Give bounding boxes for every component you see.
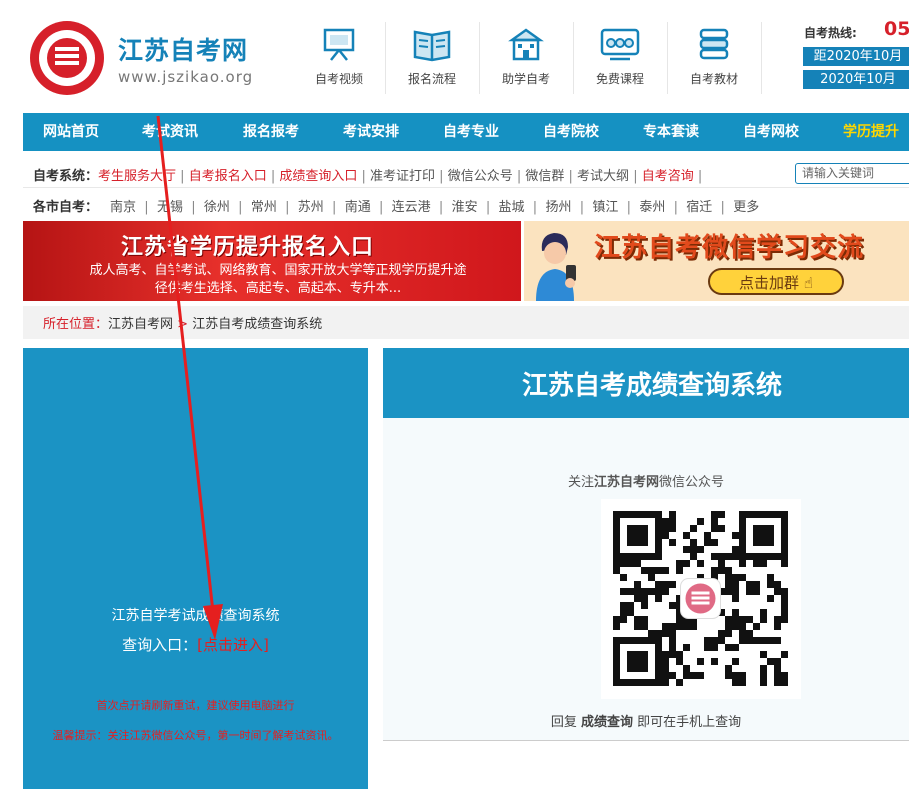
person-with-phone-icon [536,233,576,301]
follow-wechat-text: 关注江苏自考网微信公众号 [383,471,909,490]
city-link-huaian[interactable]: 淮安 [452,200,478,215]
nav-majors[interactable]: 自考专业 [443,113,499,151]
hotline-number: 05 [884,18,909,40]
nav-online-school[interactable]: 自考网校 [743,113,799,151]
city-link-zhenjiang[interactable]: 镇江 [592,200,618,215]
link-consult[interactable]: 自考咨询 [642,169,694,184]
link-admission-ticket[interactable]: 准考证打印 [370,169,435,184]
school-building-icon [508,28,544,61]
city-link-suzhou[interactable]: 苏州 [298,200,324,215]
city-row-label: 各市自考： [33,200,99,215]
header-nav-process[interactable]: 报名流程 [387,18,477,98]
score-system-title: 江苏自考成绩查询系统 [521,371,782,401]
city-link-lianyungang[interactable]: 连云港 [392,200,431,215]
nav-schedule[interactable]: 考试安排 [343,113,399,151]
follow-suffix: 微信公众号 [659,475,725,490]
header-nav-label: 自考视频 [314,72,363,86]
join-group-button[interactable]: 点击加群 ☝ [708,268,844,295]
countdown-date: 距2020年10月 [803,47,909,66]
banner-left-line: 成人高考、自学考试、网络教育、国家开放大学等正规学历提升途 [89,263,467,278]
nav-combined-study[interactable]: 专本套读 [643,113,699,151]
query-entry-row: 查询入口：[点击进入] [23,634,368,655]
city-link-yancheng[interactable]: 盐城 [499,200,525,215]
stacked-books-icon [699,28,729,60]
banner-right-title: 江苏自考微信学习交流 [594,233,865,263]
link-service-hall[interactable]: 考生服务大厅 [98,169,176,184]
pointer-hand-icon: ☝ [803,274,813,292]
nav-home[interactable]: 网站首页 [43,113,99,151]
wechat-account-name: 江苏自考网 [593,475,659,490]
city-link-wuxi[interactable]: 无锡 [157,200,183,215]
city-links-row: 各市自考： 南京 | 无锡 | 徐州 | 常州 | 苏州 | 南通 | 连云港 |… [33,200,760,215]
site-name[interactable]: 江苏自考网 [118,31,248,67]
city-link-more[interactable]: 更多 [733,200,759,215]
nav-register[interactable]: 报名报考 [243,113,299,151]
header-nav-textbook[interactable]: 自考教材 [669,18,759,98]
header-nav-label: 报名流程 [407,72,456,86]
search-input[interactable]: 请输入关键词 [795,163,909,184]
header-nav-label: 免费课程 [595,72,644,86]
city-link-yangzhou[interactable]: 扬州 [545,200,571,215]
query-entry-label: 查询入口： [122,636,198,654]
city-link-nanjing[interactable]: 南京 [110,200,136,215]
query-entry-panel [23,348,368,789]
join-group-label: 点击加群 [739,274,800,292]
exam-date: 2020年10月 [803,70,909,89]
city-link-suqian[interactable]: 宿迁 [686,200,712,215]
system-links-row: 自考系统：考生服务大厅 | 自考报名入口 | 成绩查询入口 | 准考证打印 | … [33,169,703,184]
nav-degree-upgrade[interactable]: 学历提升 [843,113,899,151]
link-registration[interactable]: 自考报名入口 [189,169,267,184]
header-nav-course[interactable]: 免费课程 [575,18,665,98]
header-nav-assist[interactable]: 助学自考 [481,18,571,98]
link-syllabus[interactable]: 考试大纲 [577,169,629,184]
open-book-icon [413,30,451,62]
city-link-xuzhou[interactable]: 徐州 [204,200,230,215]
breadcrumb-label: 所在位置： [43,317,109,332]
qr-caption-prefix: 回复 [550,715,581,730]
nav-news[interactable]: 考试资讯 [142,113,198,151]
site-url: www.jszikao.org [118,68,254,86]
presentation-board-icon [323,28,355,61]
breadcrumb-current[interactable]: 江苏自考成绩查询系统 [192,317,322,332]
wechat-qr-code [601,499,801,699]
city-link-changzhou[interactable]: 常州 [251,200,277,215]
nav-colleges[interactable]: 自考院校 [543,113,599,151]
system-row-label: 自考系统： [33,169,99,184]
main-nav: 网站首页 考试资讯 报名报考 考试安排 自考专业 自考院校 专本套读 自考网校 … [23,113,909,151]
qr-caption: 回复 成绩查询 即可在手机上查询 [383,711,909,730]
banner-left-description: 成人高考、自学考试、网络教育、国家开放大学等正规学历提升途 径供考生选择、高起专… [53,262,503,298]
breadcrumb: 所在位置：江苏自考网 > 江苏自考成绩查询系统 [43,313,322,332]
qr-code-image [613,511,788,686]
link-wechat-account[interactable]: 微信公众号 [448,169,513,184]
banner-left-title: 江苏省学历提升报名入口 [121,235,375,260]
breadcrumb-separator: > [173,317,193,332]
header-nav-label: 助学自考 [501,72,550,86]
qr-caption-keyword: 成绩查询 [580,715,633,730]
header-nav-video[interactable]: 自考视频 [294,18,384,98]
link-wechat-group[interactable]: 微信群 [525,169,564,184]
banner-left-line: 径供考生选择、高起专、高起本、专升本... [154,281,402,296]
hotline-label: 自考热线: [804,26,857,40]
breadcrumb-home[interactable]: 江苏自考网 [108,317,173,332]
site-logo[interactable] [30,21,104,95]
city-link-nantong[interactable]: 南通 [345,200,371,215]
follow-prefix: 关注 [567,475,594,490]
degree-upgrade-banner[interactable]: 江苏省学历提升报名入口 成人高考、自学考试、网络教育、国家开放大学等正规学历提升… [23,221,521,301]
online-class-icon [600,28,640,61]
qr-caption-suffix: 即可在手机上查询 [633,715,742,730]
city-link-taizhou[interactable]: 泰州 [639,200,665,215]
link-score-query[interactable]: 成绩查询入口 [279,169,357,184]
refresh-notice: 首次点开请刷新重试，建议使用电脑进行 [96,699,295,712]
wechat-group-banner[interactable]: 江苏自考微信学习交流 点击加群 ☝ [524,221,909,301]
wechat-tip: 温馨提示：关注江苏微信公众号，第一时间了解考试资讯。 [52,729,339,742]
header-nav-label: 自考教材 [689,72,738,86]
click-enter-link[interactable]: [点击进入] [197,636,269,654]
query-panel-title: 江苏自学考试成绩查询系统 [111,608,280,624]
